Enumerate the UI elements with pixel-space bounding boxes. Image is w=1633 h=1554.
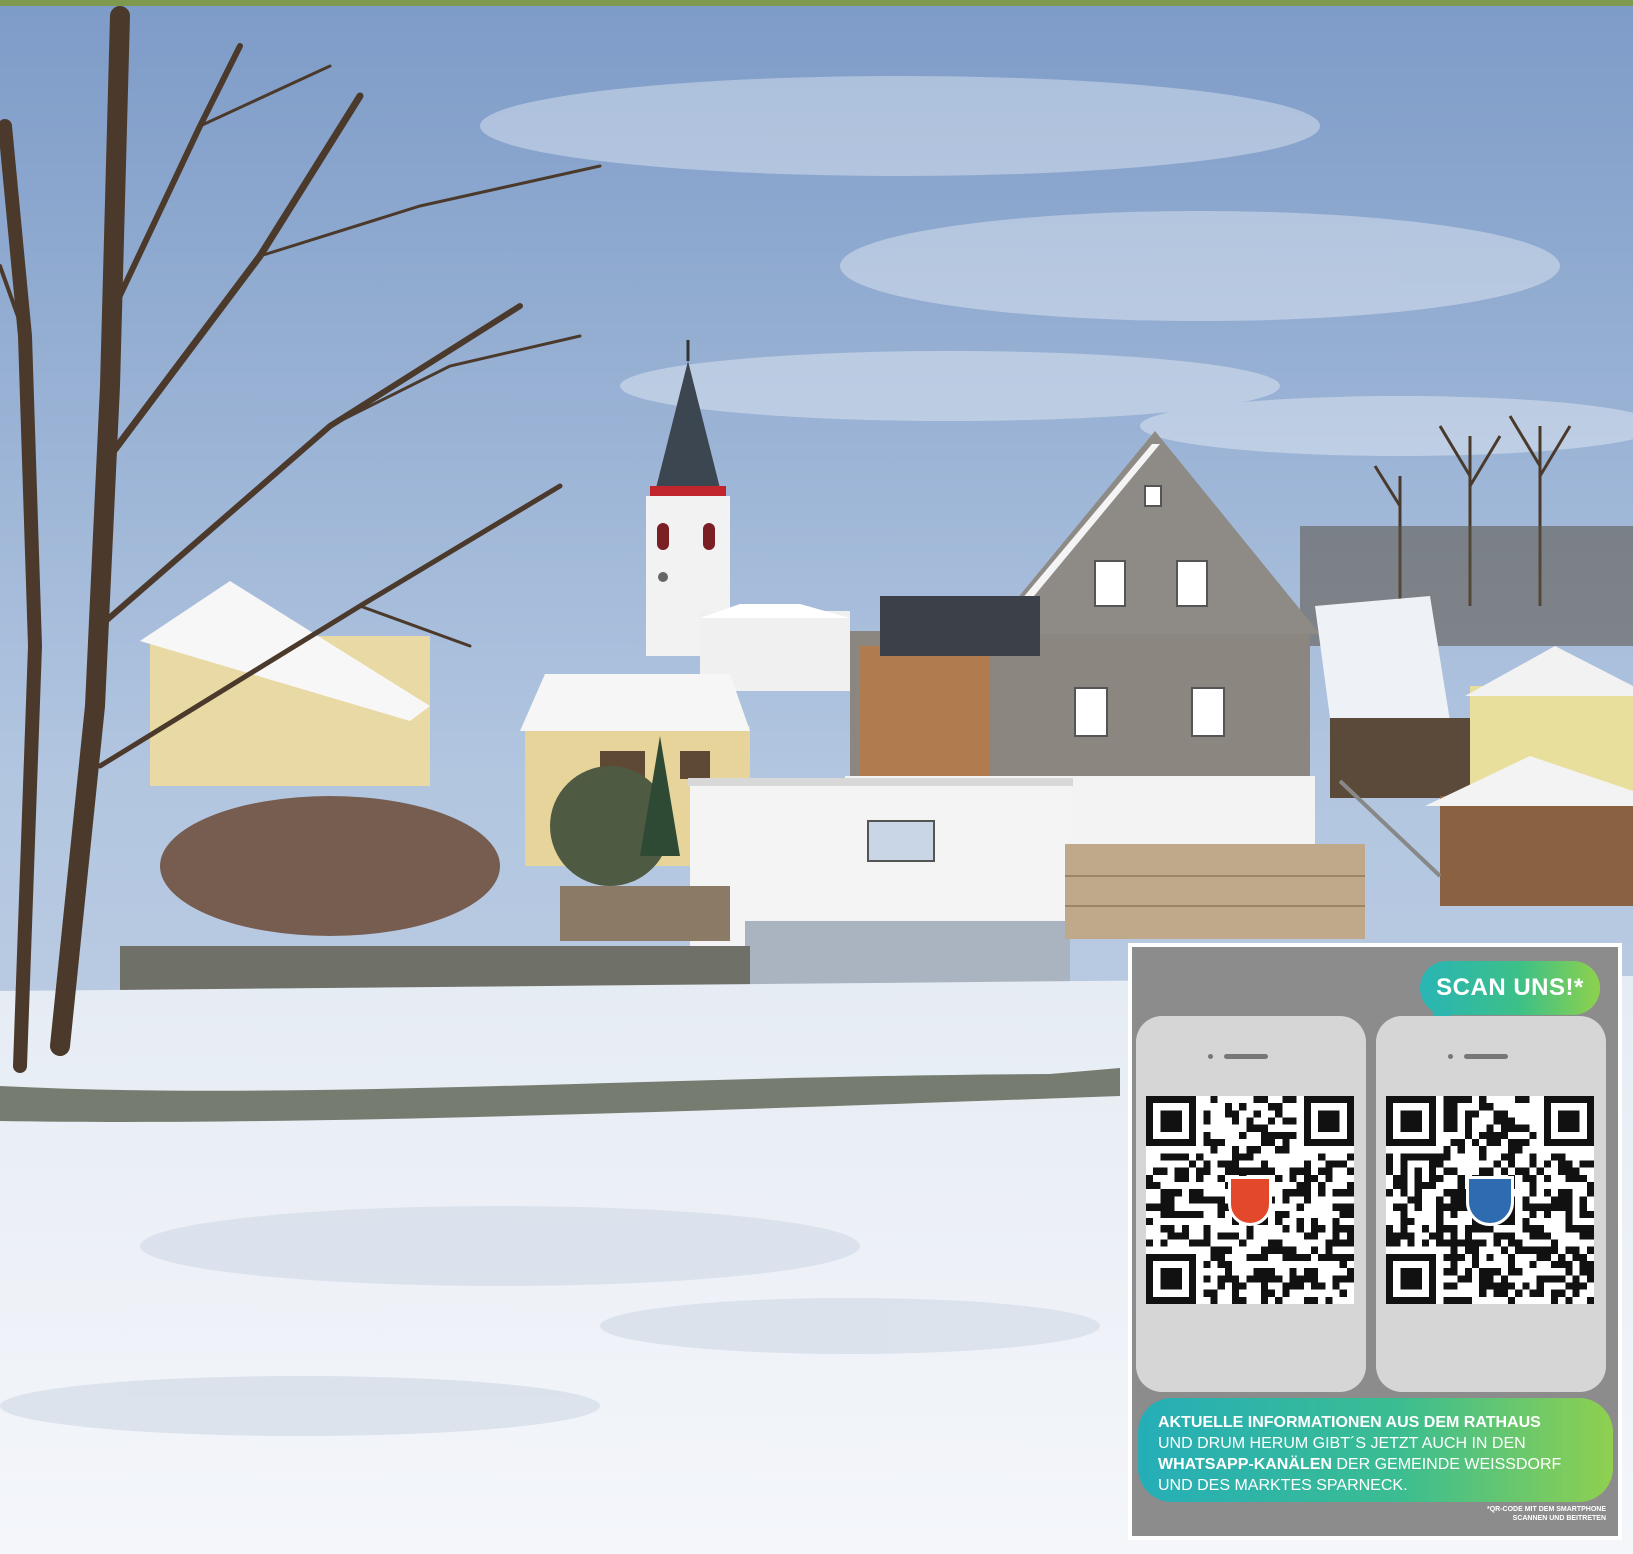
- info-line-3: WHATSAPP-KANÄLEN DER GEMEINDE WEISSDORF: [1158, 1454, 1599, 1475]
- phone-right: [1376, 1016, 1606, 1392]
- qr-footnote: *QR-CODE MIT DEM SMARTPHONE SCANNEN UND …: [1386, 1505, 1606, 1523]
- info-line-2: UND DRUM HERUM GIBT´S JETZT AUCH IN DEN: [1158, 1435, 1526, 1452]
- phone-speaker-icon: [1224, 1054, 1268, 1059]
- whatsapp-info-box: AKTUELLE INFORMATIONEN AUS DEM RATHAUS U…: [1138, 1398, 1613, 1502]
- phone-camera-icon: [1448, 1054, 1453, 1059]
- footnote-line-1: *QR-CODE MIT DEM SMARTPHONE: [1487, 1506, 1606, 1513]
- info-line-3-rest: DER GEMEINDE WEISSDORF: [1331, 1456, 1562, 1473]
- sparneck-coat-of-arms-icon: [1466, 1176, 1514, 1226]
- info-line-4: UND DES MARKTES SPARNECK.: [1158, 1477, 1408, 1494]
- footnote-line-2: SCANNEN UND BEITRETEN: [1512, 1515, 1606, 1522]
- phone-camera-icon: [1208, 1054, 1213, 1059]
- qr-code-panel: SCAN UNS!* AKTUELLE INFORMATIONEN AUS DE…: [1128, 943, 1622, 1540]
- poster: SCAN UNS!* AKTUELLE INFORMATIONEN AUS DE…: [0, 0, 1633, 1554]
- qr-code-sparneck[interactable]: [1386, 1096, 1594, 1304]
- phone-speaker-icon: [1464, 1054, 1508, 1059]
- info-line-3-strong: WHATSAPP-KANÄLEN: [1158, 1456, 1332, 1473]
- scan-us-bubble: SCAN UNS!*: [1420, 961, 1600, 1029]
- phone-left: [1136, 1016, 1366, 1392]
- info-line-1: AKTUELLE INFORMATIONEN AUS DEM RATHAUS: [1158, 1414, 1541, 1431]
- qr-code-weissdorf[interactable]: [1146, 1096, 1354, 1304]
- weissdorf-coat-of-arms-icon: [1228, 1176, 1272, 1226]
- scan-us-text: SCAN UNS!*: [1436, 974, 1584, 1001]
